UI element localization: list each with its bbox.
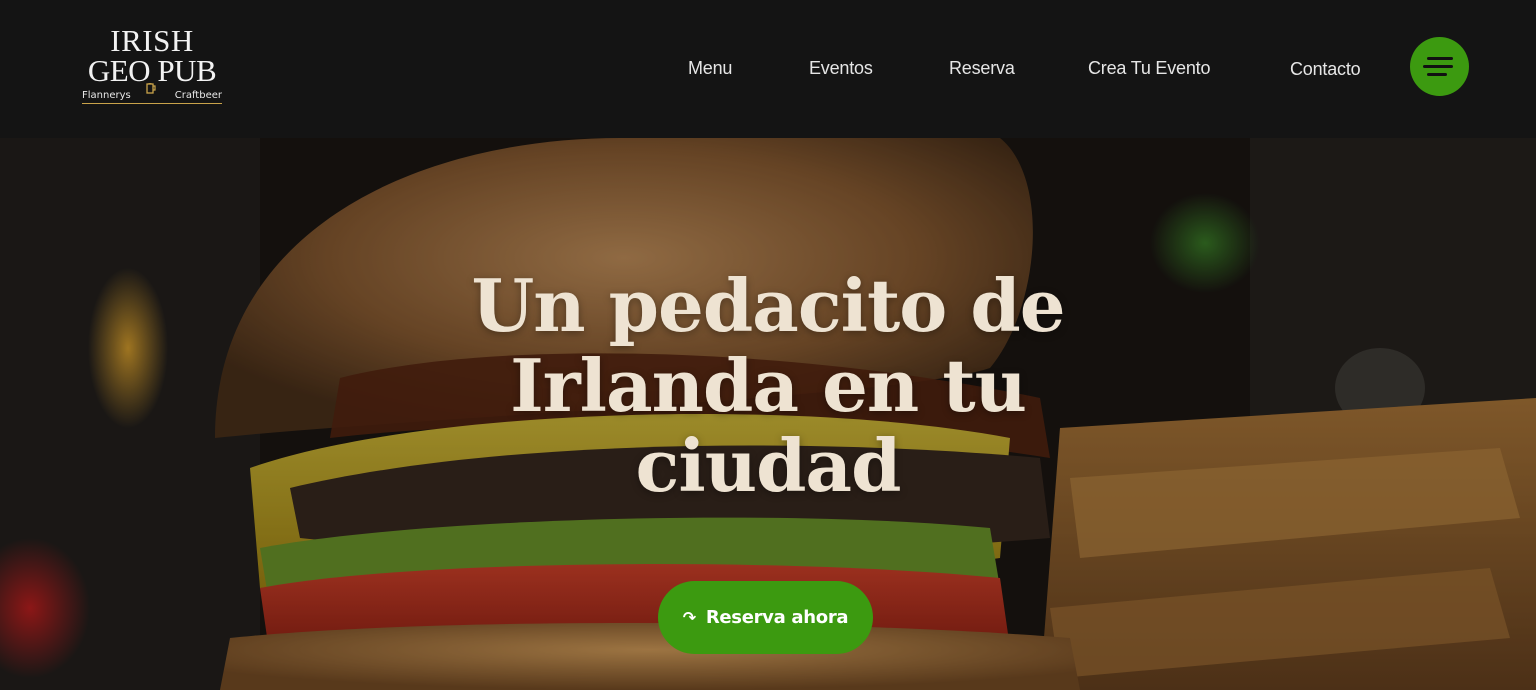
- nav-item-crea-tu-evento[interactable]: Crea Tu Evento: [1088, 56, 1210, 80]
- site-header: IRISH GEO PUB Flannerys Craftbeer Menu E…: [0, 0, 1536, 138]
- logo-line-1: IRISH: [110, 23, 194, 58]
- hamburger-menu-button[interactable]: [1410, 37, 1469, 96]
- hero-headline-line-2: Irlanda en tu: [510, 343, 1027, 428]
- reserva-ahora-button[interactable]: ↷ Reserva ahora: [658, 581, 873, 654]
- hero-headline: Un pedacito de Irlanda en tu ciudad: [368, 266, 1168, 506]
- logo-subline: Flannerys Craftbeer: [82, 83, 222, 104]
- nav-item-reserva[interactable]: Reserva: [949, 56, 1015, 80]
- nav-item-eventos[interactable]: Eventos: [809, 56, 873, 80]
- hero-headline-line-1: Un pedacito de: [471, 263, 1065, 348]
- nav-item-menu[interactable]: Menu: [688, 56, 732, 80]
- hero-headline-line-3: ciudad: [635, 423, 902, 508]
- nav-item-contacto[interactable]: Contacto: [1290, 57, 1361, 81]
- logo-sub-right: Craftbeer: [174, 90, 222, 101]
- beer-mug-icon: [146, 83, 156, 94]
- hero-section: Un pedacito de Irlanda en tu ciudad ↷ Re…: [0, 138, 1536, 690]
- reserva-ahora-label: Reserva ahora: [705, 607, 849, 628]
- redo-arrow-icon: ↷: [682, 608, 696, 627]
- logo-sub-left: Flannerys: [82, 90, 131, 101]
- brand-logo[interactable]: IRISH GEO PUB Flannerys Craftbeer: [82, 23, 222, 112]
